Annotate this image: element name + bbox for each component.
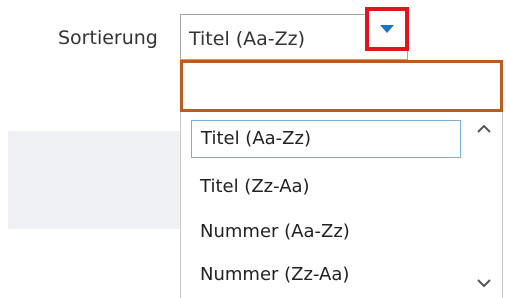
chevron-down-icon (477, 279, 491, 288)
scroll-down-button[interactable] (471, 270, 497, 296)
option-titel-aa-zz[interactable]: Titel (Aa-Zz) (191, 120, 461, 158)
caret-down-icon (380, 25, 394, 33)
dropdown-search-field[interactable] (180, 60, 503, 112)
dropdown-options-list: Titel (Aa-Zz) Titel (Zz-Aa) Nummer (Aa-Z… (180, 112, 503, 298)
sort-select[interactable]: Titel (Aa-Zz) (180, 7, 409, 60)
option-nummer-zz-aa[interactable]: Nummer (Zz-Aa) (191, 257, 461, 295)
scroll-up-button[interactable] (471, 116, 497, 142)
sort-widget-screen: Sortierung Titel (Aa-Zz) Titel (Aa-Zz) T… (0, 0, 506, 298)
sort-select-value: Titel (Aa-Zz) (189, 28, 306, 50)
dropdown-toggle-button[interactable] (365, 7, 409, 51)
chevron-up-icon (477, 124, 491, 133)
background-panel (8, 131, 180, 229)
option-titel-zz-aa[interactable]: Titel (Zz-Aa) (191, 169, 461, 207)
dropdown-search-input[interactable] (183, 63, 500, 109)
sort-label: Sortierung (58, 27, 158, 49)
option-nummer-aa-zz[interactable]: Nummer (Aa-Zz) (191, 214, 461, 252)
